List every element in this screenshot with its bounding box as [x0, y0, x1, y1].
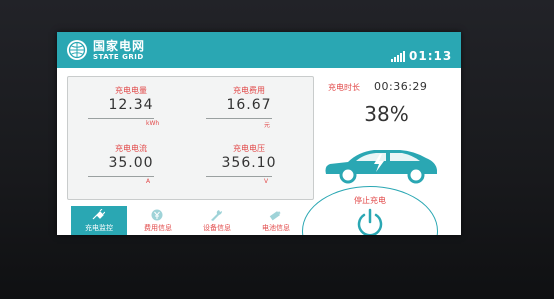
tab-label[interactable]: 费用信息 — [130, 223, 186, 233]
metric-label: 充电电量 — [115, 86, 147, 95]
wrench-icon — [211, 210, 222, 221]
metric-label: 充电电流 — [115, 144, 147, 153]
metric-unit: 元 — [264, 122, 271, 129]
car-icon — [325, 150, 437, 184]
divider — [206, 176, 272, 177]
signal-icon — [391, 51, 405, 62]
stop-charging-button[interactable]: 停止充电 — [302, 186, 438, 235]
tab-label[interactable]: 充电监控 — [71, 223, 127, 233]
tab-label[interactable]: 电池信息 — [248, 223, 304, 233]
divider — [206, 118, 272, 119]
state-grid-logo-icon — [67, 40, 87, 60]
charge-percent: 38% — [364, 102, 409, 126]
metric-label: 充电费用 — [233, 86, 265, 95]
metric-value: 16.67 — [226, 97, 272, 113]
tab-cost-info[interactable]: 费用信息 — [130, 206, 186, 235]
metric-value: 35.00 — [108, 155, 154, 171]
metric-label: 充电电压 — [233, 144, 265, 153]
duration-value: 00:36:29 — [374, 80, 428, 93]
metric-value: 356.10 — [221, 155, 277, 171]
tab-charge-monitor[interactable]: 充电监控 — [71, 206, 127, 235]
metrics-panel: 充电电量 12.34 kWh 充电费用 16.67 元 充电电流 35.00 A… — [67, 76, 314, 200]
metric-unit: kWh — [146, 120, 160, 127]
metric-value: 12.34 — [108, 97, 154, 113]
tab-label[interactable]: 设备信息 — [189, 223, 245, 233]
clock: 01:13 — [409, 49, 453, 63]
charging-status-panel: 充电时长 00:36:29 38% 停止充电 — [302, 76, 453, 235]
metric-unit: A — [146, 178, 151, 185]
metric-current: 充电电流 35.00 A — [76, 143, 186, 193]
duration-label: 充电时长 — [328, 83, 360, 92]
header-bar: 国家电网 STATE GRID 01:13 — [57, 32, 461, 68]
yen-coin-icon — [151, 209, 163, 221]
stop-charging-label[interactable]: 停止充电 — [302, 195, 438, 206]
metric-unit: V — [264, 178, 269, 185]
brand-name-en: STATE GRID — [93, 53, 144, 61]
tab-device-info[interactable]: 设备信息 — [189, 206, 245, 235]
tab-battery-info[interactable]: 电池信息 — [248, 206, 304, 235]
divider — [88, 118, 154, 119]
plug-icon — [92, 209, 105, 220]
metric-voltage: 充电电压 356.10 V — [194, 143, 304, 193]
power-icon[interactable] — [355, 208, 385, 235]
divider — [88, 176, 154, 177]
metric-cost: 充电费用 16.67 元 — [194, 85, 304, 135]
battery-icon — [269, 211, 281, 221]
charger-screen: 国家电网 STATE GRID 01:13 充电电量 12.34 kWh 充电费… — [57, 32, 461, 235]
metric-energy: 充电电量 12.34 kWh — [76, 85, 186, 135]
tab-bar: 充电监控 费用信息 设备信息 电池信息 — [67, 206, 312, 235]
brand-name-cn: 国家电网 — [93, 39, 146, 53]
